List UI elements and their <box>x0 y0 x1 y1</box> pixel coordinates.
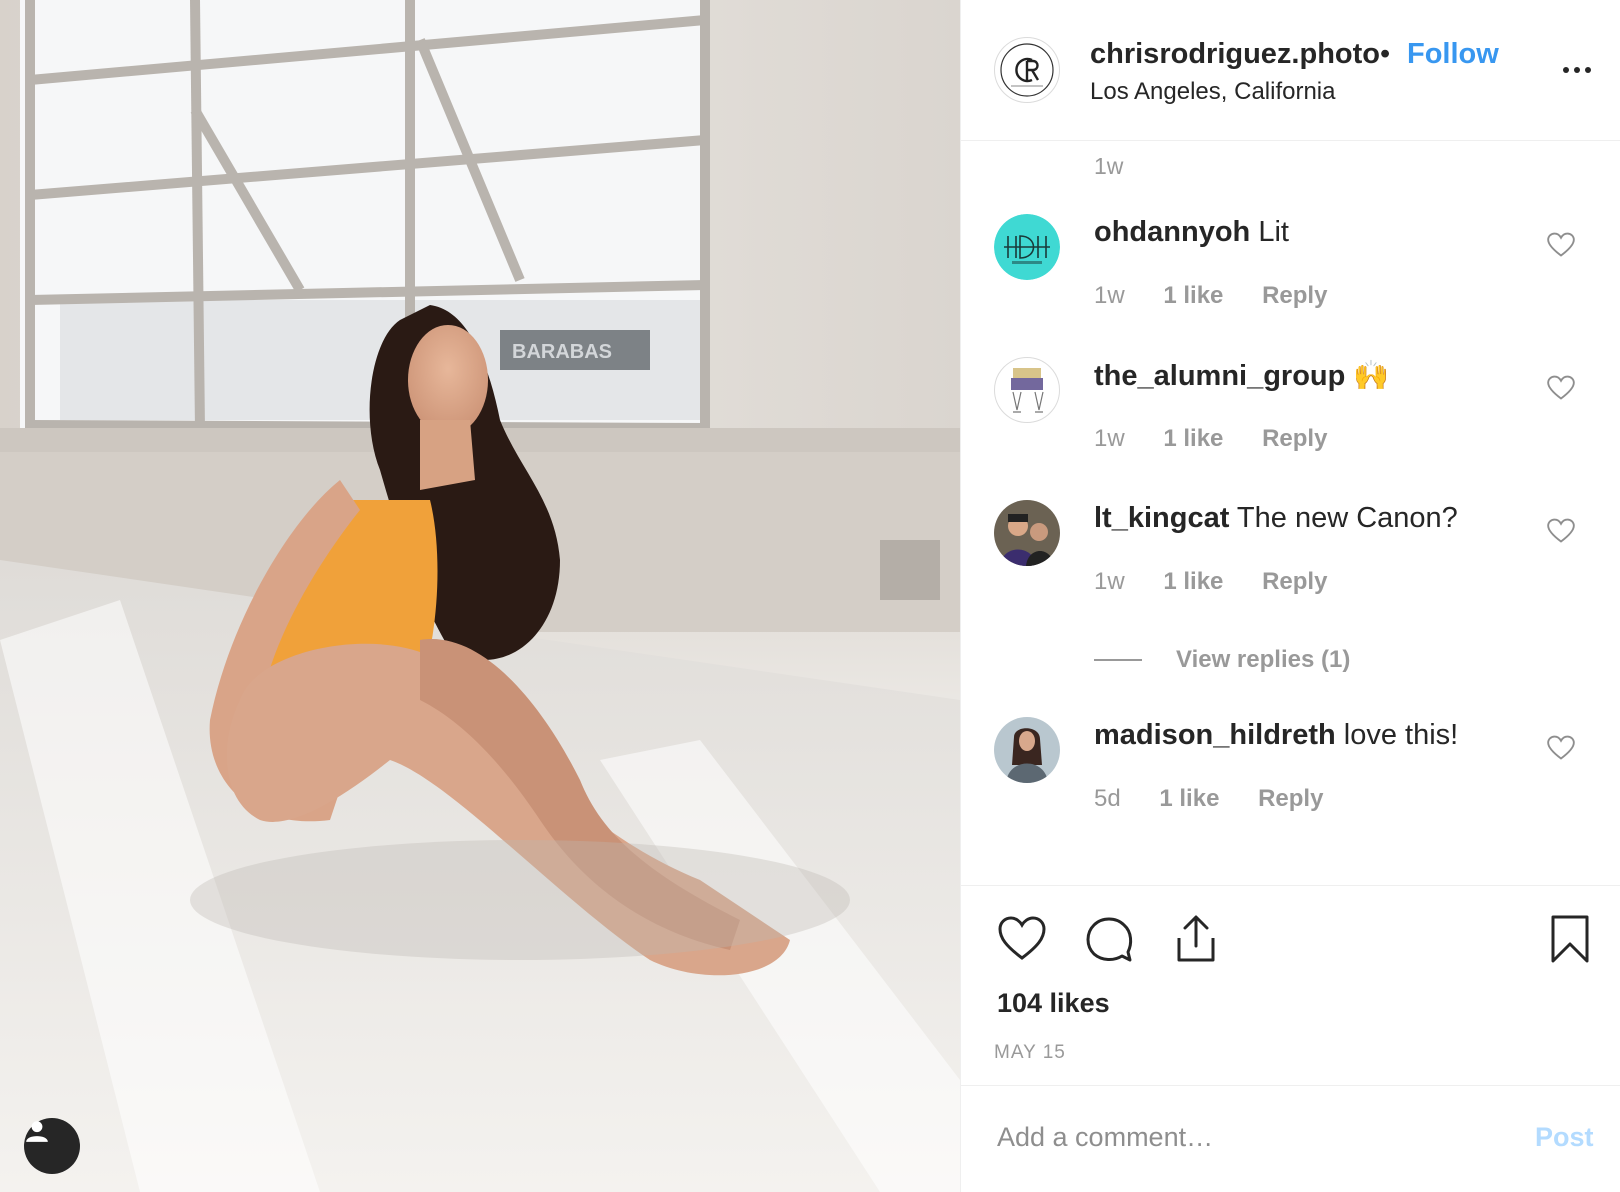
view-replies-label: View replies (1) <box>1176 646 1351 673</box>
post-actions: 104 likes MAY 15 <box>961 885 1620 1085</box>
comment-text: the_alumni_group 🙌 <box>1094 359 1390 393</box>
likes-count[interactable]: 104 likes <box>997 988 1110 1019</box>
heart-icon[interactable] <box>997 914 1047 964</box>
comment-composer: Post <box>961 1085 1620 1192</box>
post-photo[interactable]: BARABAS <box>0 0 960 1192</box>
comment-item: madison_hildreth love this! 5d 1 like Re… <box>961 717 1620 847</box>
person-icon <box>26 1121 48 1142</box>
comment-text: madison_hildreth love this! <box>1094 719 1458 752</box>
author-logo-icon <box>1000 43 1054 97</box>
post-date: MAY 15 <box>994 1042 1066 1063</box>
post-side-panel: chrisrodriguez.photo • Follow Los Angele… <box>960 0 1620 1192</box>
comment-item: ohdannyoh Lit 1w 1 like Reply <box>961 214 1620 344</box>
post-header: chrisrodriguez.photo • Follow Los Angele… <box>961 0 1620 141</box>
commenter-avatar[interactable] <box>994 500 1060 566</box>
comment-body: The new Canon? <box>1236 502 1458 534</box>
madison-hildreth-avatar-icon <box>994 717 1060 783</box>
reply-button[interactable]: Reply <box>1258 785 1323 813</box>
replies-divider-line <box>1094 659 1142 661</box>
more-options-button[interactable] <box>1557 55 1597 85</box>
comment-time: 1w <box>1094 282 1125 309</box>
comment-time: 1w <box>1094 568 1125 595</box>
post-comment-button[interactable]: Post <box>1535 1122 1594 1153</box>
author-avatar[interactable] <box>994 37 1060 103</box>
comment-username[interactable]: the_alumni_group <box>1094 360 1345 392</box>
comment-likes[interactable]: 1 like <box>1163 425 1223 453</box>
comment-body: love this! <box>1343 719 1459 751</box>
comment-likes[interactable]: 1 like <box>1163 282 1223 310</box>
follow-button[interactable]: Follow <box>1407 38 1499 71</box>
comment-meta: 1w 1 like Reply <box>1094 425 1359 453</box>
comment-heart-icon[interactable] <box>1547 518 1575 544</box>
alumni-group-avatar-icon <box>1011 368 1044 413</box>
add-comment-input[interactable] <box>997 1112 1497 1162</box>
comment-username[interactable]: madison_hildreth <box>1094 719 1336 751</box>
comment-likes[interactable]: 1 like <box>1163 568 1223 596</box>
comment-item: lt_kingcat The new Canon? 1w 1 like Repl… <box>961 500 1620 630</box>
comment-text: ohdannyoh Lit <box>1094 216 1289 249</box>
caption-timestamp: 1w <box>1094 153 1124 179</box>
comment-time: 1w <box>1094 425 1125 452</box>
comment-likes[interactable]: 1 like <box>1159 785 1219 813</box>
post-location[interactable]: Los Angeles, California <box>1090 78 1335 106</box>
comment-body: Lit <box>1258 216 1289 248</box>
view-replies-button[interactable]: View replies (1) <box>1094 645 1350 675</box>
comment-meta: 5d 1 like Reply <box>1094 785 1355 813</box>
commenter-avatar[interactable] <box>994 214 1060 280</box>
ohdannyoh-avatar-icon <box>994 214 1060 280</box>
photo-scene: BARABAS <box>0 0 960 1192</box>
bookmark-icon[interactable] <box>1545 914 1595 964</box>
comment-time: 5d <box>1094 785 1121 812</box>
reply-button[interactable]: Reply <box>1262 282 1327 310</box>
lt-kingcat-avatar-icon <box>994 500 1060 566</box>
comment-heart-icon[interactable] <box>1547 735 1575 761</box>
user-tag-button[interactable] <box>24 1118 80 1174</box>
comment-meta: 1w 1 like Reply <box>1094 282 1359 310</box>
commenter-avatar[interactable] <box>994 717 1060 783</box>
separator-dot: • <box>1380 38 1391 70</box>
comment-body: 🙌 <box>1353 360 1390 392</box>
commenter-avatar[interactable] <box>994 357 1060 423</box>
comment-bubble-icon[interactable] <box>1084 914 1134 964</box>
comment-heart-icon[interactable] <box>1547 232 1575 258</box>
comment-username[interactable]: lt_kingcat <box>1094 502 1229 534</box>
comment-heart-icon[interactable] <box>1547 375 1575 401</box>
reply-button[interactable]: Reply <box>1262 425 1327 453</box>
window-sign: BARABAS <box>512 341 612 363</box>
share-icon[interactable] <box>1171 914 1221 964</box>
comment-meta: 1w 1 like Reply <box>1094 568 1359 596</box>
comment-username[interactable]: ohdannyoh <box>1094 216 1250 248</box>
author-username[interactable]: chrisrodriguez.photo <box>1090 38 1380 71</box>
comments-list[interactable]: 1w ohdannyoh Lit 1w 1 like Reply the_alu… <box>961 141 1620 885</box>
reply-button[interactable]: Reply <box>1262 568 1327 596</box>
comment-text: lt_kingcat The new Canon? <box>1094 502 1458 535</box>
comment-item: the_alumni_group 🙌 1w 1 like Reply <box>961 357 1620 487</box>
more-options-icon <box>1563 67 1569 73</box>
